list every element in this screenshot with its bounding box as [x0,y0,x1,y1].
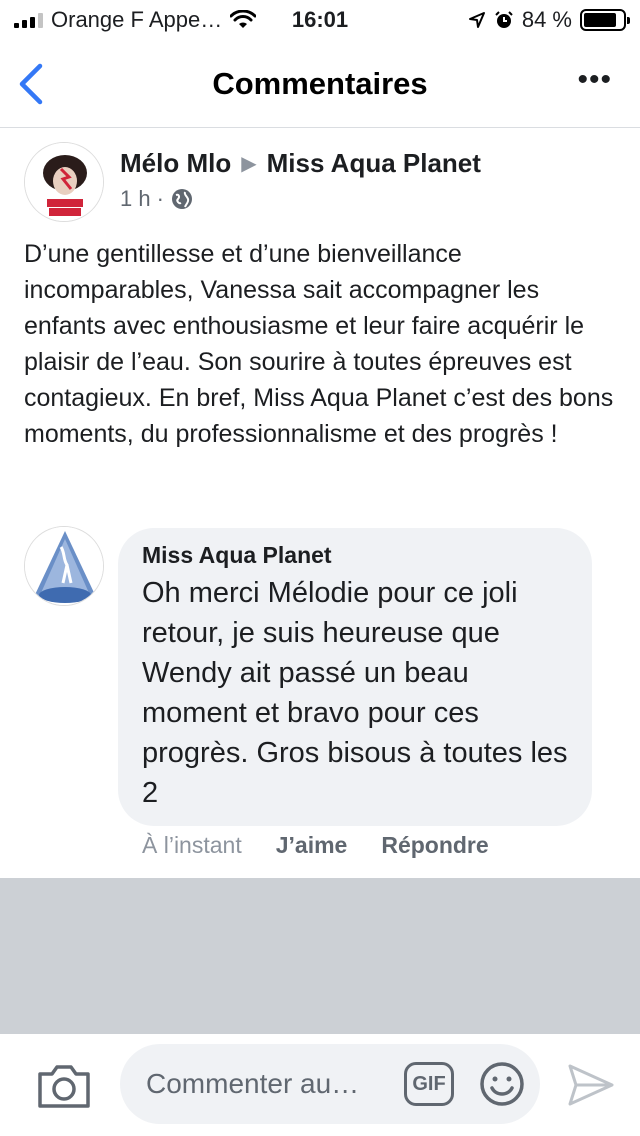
comment-actions: À l’instant J’aime Répondre [142,832,489,859]
comment-input-wrapper: GIF [120,1044,540,1124]
commenter-avatar-image [25,527,103,605]
comment-bubble[interactable]: Miss Aqua Planet Oh merci Mélodie pour c… [118,528,592,826]
signal-icon [14,12,43,28]
page-title: Commentaires [212,65,428,101]
status-bar: Orange F Appe… 16:01 84 % [0,0,640,40]
alarm-icon [495,11,513,28]
post-author-line: Mélo Mlo ▶ Miss Aqua Planet [120,148,481,179]
comment-composer: GIF [0,1034,640,1136]
comment-text: Oh merci Mélodie pour ce joli retour, je… [142,577,568,809]
battery-level [584,13,616,27]
wifi-icon [230,10,257,28]
send-icon[interactable] [566,1060,616,1110]
comment-time: À l’instant [142,832,242,858]
carrier-name: Orange F Appe… [51,7,223,32]
empty-area [0,878,640,1034]
post: Mélo Mlo ▶ Miss Aqua Planet 1 h · D’une … [0,128,640,878]
post-target-name[interactable]: Miss Aqua Planet [267,148,481,179]
like-button[interactable]: J’aime [276,832,348,859]
battery-icon [580,9,630,31]
arrow-right-icon: ▶ [241,153,257,175]
nav-bar: Commentaires ••• [0,40,640,128]
globe-icon [171,189,192,209]
battery-percent: 84 % [521,7,572,32]
location-icon [468,12,485,28]
post-author-name[interactable]: Mélo Mlo [120,148,231,179]
back-chevron-icon[interactable] [14,62,48,106]
comment-author[interactable]: Miss Aqua Planet [142,542,570,569]
post-time[interactable]: 1 h [120,186,151,212]
comment-input[interactable] [146,1068,386,1100]
gif-button[interactable]: GIF [404,1062,454,1106]
meta-separator: · [156,186,164,211]
post-body: D’une gentillesse et d’une bienveillance… [24,240,614,448]
post-meta: 1 h · [120,186,194,212]
avatar[interactable] [24,142,104,222]
reply-button[interactable]: Répondre [381,832,488,859]
avatar[interactable] [24,526,104,606]
author-avatar-image [25,143,103,221]
more-icon[interactable]: ••• [577,65,612,95]
emoji-icon[interactable] [478,1060,526,1108]
camera-icon[interactable] [36,1062,92,1110]
